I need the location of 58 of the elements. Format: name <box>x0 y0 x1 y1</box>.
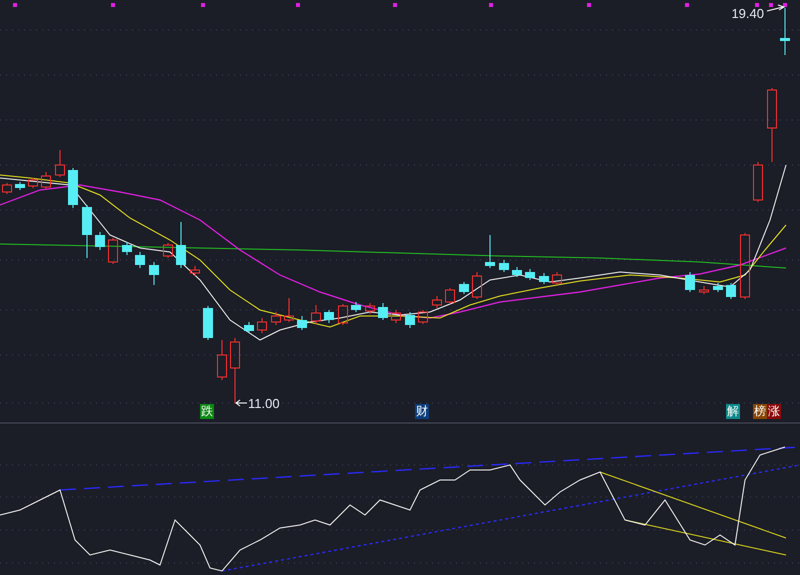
candlestick <box>284 298 294 322</box>
candlestick <box>122 242 132 256</box>
candlestick <box>297 316 307 330</box>
candlestick <box>485 234 495 268</box>
candlestick <box>55 150 65 178</box>
candlestick <box>28 178 38 188</box>
candlestick <box>41 172 51 190</box>
candlestick <box>405 312 415 328</box>
candlestick <box>365 302 375 314</box>
candlestick <box>391 310 401 324</box>
candlestick <box>499 260 509 272</box>
candlestick <box>418 310 428 324</box>
low-price-arrow <box>235 400 248 406</box>
candlestick <box>163 242 173 258</box>
candlestick <box>699 286 709 294</box>
candlestick <box>512 266 522 278</box>
candlestick <box>271 312 281 326</box>
candlestick <box>539 272 549 284</box>
candlestick <box>432 296 442 308</box>
candlestick <box>378 302 388 320</box>
candlestick <box>753 162 763 202</box>
candlestick <box>740 232 750 300</box>
candlestick <box>311 304 321 324</box>
candlestick <box>324 310 334 324</box>
candlestick <box>552 272 562 286</box>
candlestick <box>176 222 186 268</box>
candlestick <box>459 282 469 294</box>
signal-badge: 榜 <box>753 404 767 419</box>
candlestick <box>15 182 25 190</box>
high-price-label: 19.40 <box>731 6 764 21</box>
candlestick <box>203 306 213 340</box>
signal-badge: 解 <box>726 404 740 419</box>
low-price-label: 11.00 <box>248 396 280 411</box>
candlestick <box>244 322 254 334</box>
candlestick <box>135 252 145 268</box>
high-price-arrow <box>766 4 786 12</box>
candlestick <box>95 232 105 250</box>
candlestick <box>445 288 455 304</box>
candlestick <box>230 338 240 404</box>
candlestick <box>685 272 695 292</box>
candlestick <box>780 8 790 56</box>
candlestick <box>108 238 118 264</box>
candlestick <box>82 204 92 258</box>
candlestick <box>190 266 200 276</box>
candlestick <box>149 262 159 286</box>
candlestick <box>2 182 12 194</box>
candlestick <box>472 272 482 300</box>
signal-badge: 涨 <box>767 404 781 419</box>
candlestick <box>257 318 267 334</box>
candlestick <box>351 302 361 312</box>
candlestick <box>713 282 723 292</box>
candlestick <box>525 268 535 280</box>
signal-badge: 跌 <box>200 404 214 419</box>
candlestick <box>68 168 78 208</box>
signal-badge: 财 <box>415 404 429 419</box>
candlestick <box>217 340 227 380</box>
candlestick <box>726 282 736 300</box>
candlestick <box>338 304 348 326</box>
